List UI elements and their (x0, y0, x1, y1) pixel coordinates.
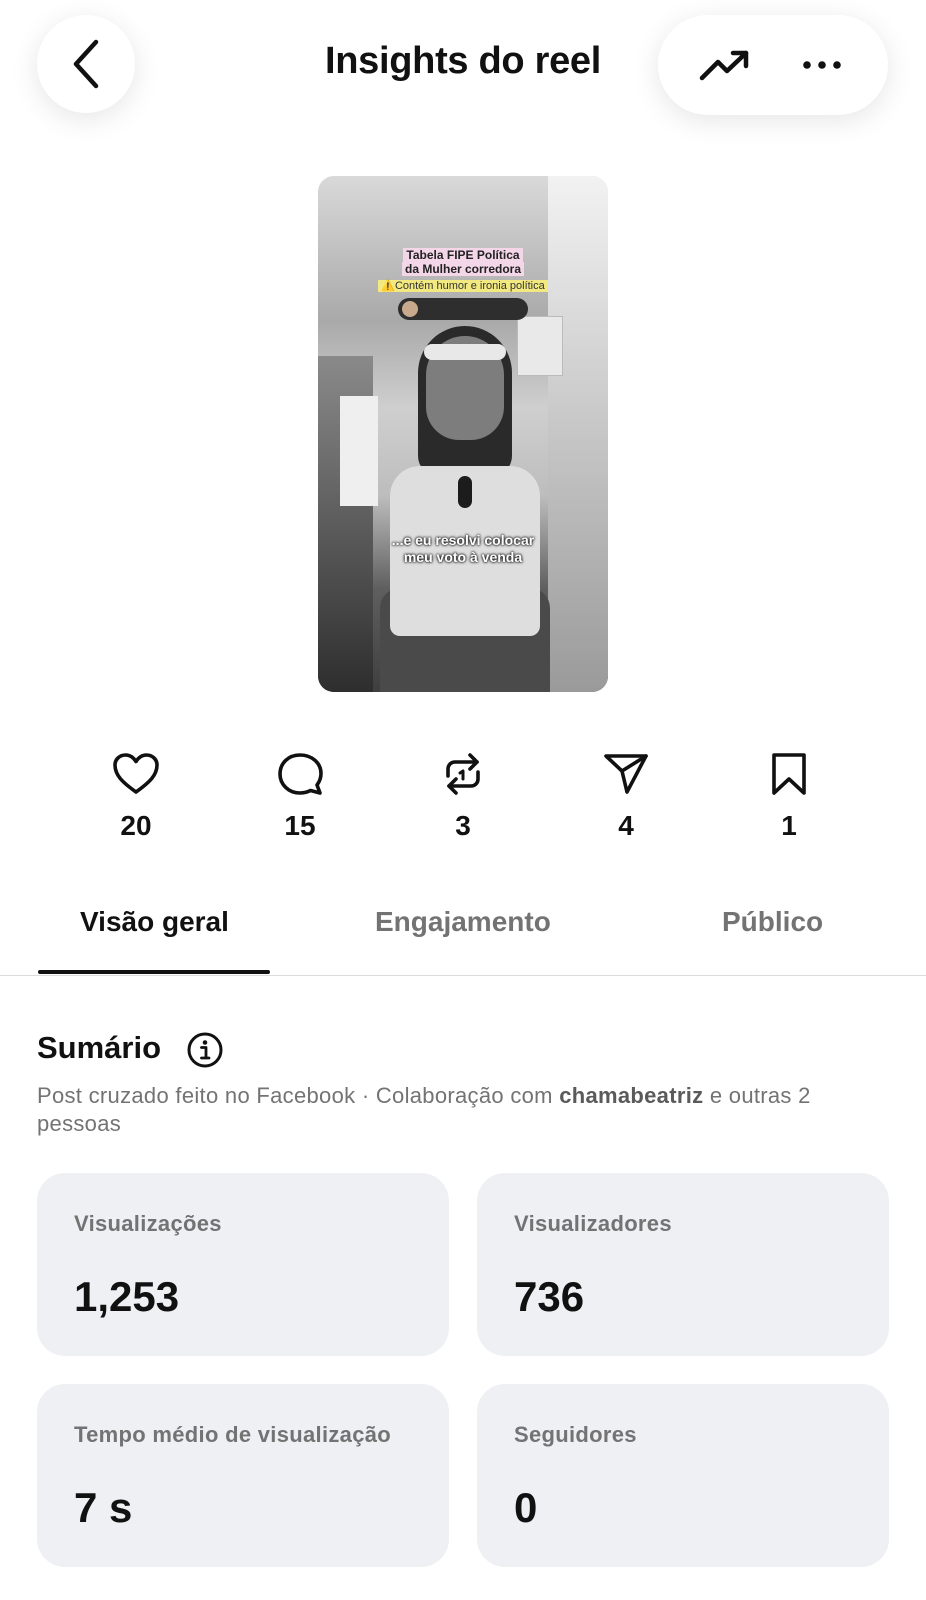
insights-tabs: Visão geral Engajamento Público (0, 890, 926, 976)
trending-button[interactable] (690, 30, 760, 100)
repost-icon (446, 753, 480, 795)
shares-stat[interactable]: 4 (566, 752, 686, 842)
viewers-card: Visualizadores 736 (477, 1173, 889, 1356)
more-options-button[interactable] (787, 30, 857, 100)
tab-overview[interactable]: Visão geral (80, 906, 229, 938)
thumbnail-subtitle: ...e eu resolvi colocar meu voto à venda (391, 532, 535, 565)
reposts-count: 3 (455, 810, 471, 841)
viewers-value: 736 (514, 1273, 585, 1320)
thumbnail-ac-unit (517, 316, 563, 376)
followers-card: Seguidores 0 (477, 1384, 889, 1567)
thumbnail-caption-title: Tabela FIPE Política da Mulher corredora (318, 248, 608, 276)
more-horizontal-icon (802, 61, 841, 69)
info-icon[interactable] (187, 1032, 223, 1068)
thumbnail-headband (424, 344, 506, 360)
reel-thumbnail[interactable]: Tabela FIPE Política da Mulher corredora… (318, 176, 608, 692)
heart-icon (113, 753, 159, 794)
followers-label: Seguidores (514, 1422, 637, 1447)
shares-count: 4 (618, 810, 634, 841)
likes-count: 20 (120, 810, 152, 841)
thumbnail-caption-warning: ⚠️Contém humor e ironia política (318, 280, 608, 293)
send-icon (604, 754, 648, 794)
summary-desc-prefix: Post cruzado feito no Facebook · Colabor… (37, 1083, 560, 1108)
views-value: 1,253 (74, 1273, 180, 1320)
avg-watch-time-card: Tempo médio de visualização 7 s (37, 1384, 449, 1567)
saves-count: 1 (781, 810, 797, 841)
trending-up-icon (699, 50, 748, 81)
comment-icon (278, 753, 323, 795)
active-tab-indicator (38, 970, 270, 974)
collaborator-username[interactable]: chamabeatriz (559, 1083, 703, 1108)
likes-stat[interactable]: 20 (76, 752, 196, 842)
thumbnail-collab-avatar (402, 301, 418, 317)
summary-heading: Sumário (37, 1030, 162, 1065)
views-card: Visualizações 1,253 (37, 1173, 449, 1356)
followers-value: 0 (514, 1484, 538, 1531)
bookmark-icon (772, 753, 806, 795)
thumbnail-microphone (458, 476, 472, 508)
saves-stat[interactable]: 1 (729, 752, 849, 842)
engagement-stats: 20 15 3 4 1 (0, 752, 926, 852)
reposts-stat[interactable]: 3 (403, 752, 523, 842)
header-bar: Insights do reel (0, 0, 926, 140)
header-actions (658, 15, 888, 115)
comments-stat[interactable]: 15 (240, 752, 360, 842)
avg-watch-time-value: 7 s (74, 1484, 133, 1531)
views-label: Visualizações (74, 1211, 222, 1236)
tab-engagement[interactable]: Engajamento (375, 906, 551, 938)
avg-watch-time-label: Tempo médio de visualização (74, 1422, 392, 1447)
comments-count: 15 (284, 810, 316, 841)
viewers-label: Visualizadores (514, 1211, 672, 1236)
summary-description: Post cruzado feito no Facebook · Colabor… (37, 1082, 897, 1138)
thumbnail-window (340, 396, 378, 506)
tab-audience[interactable]: Público (722, 906, 823, 938)
